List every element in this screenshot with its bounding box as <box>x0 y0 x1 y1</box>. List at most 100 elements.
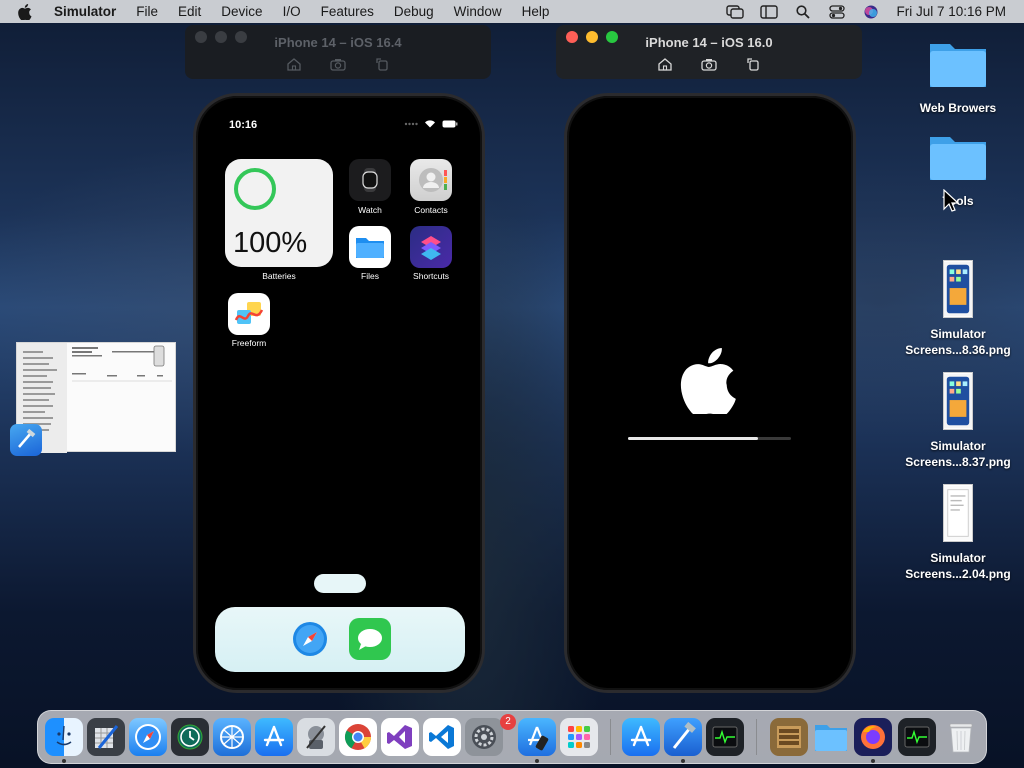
menu-io[interactable]: I/O <box>273 0 311 23</box>
boot-progress-fill <box>628 437 759 440</box>
apple-menu-icon[interactable] <box>0 3 44 20</box>
shortcuts-icon <box>421 236 441 260</box>
app-messages[interactable] <box>349 618 391 660</box>
image-file-icon <box>943 260 973 318</box>
home-icon[interactable] <box>285 55 303 73</box>
iphone-simulator-screen-1[interactable]: 10:16 100% Batteries Watch Contacts File… <box>193 93 485 693</box>
dock-safari-icon[interactable] <box>129 718 167 756</box>
search-icon[interactable] <box>786 0 820 23</box>
folder-icon <box>930 44 986 87</box>
menu-app-name[interactable]: Simulator <box>44 0 126 23</box>
dock-vscode-icon[interactable] <box>423 718 461 756</box>
apple-logo-icon <box>680 348 736 414</box>
app-label: Files <box>361 271 379 281</box>
dock-firefox-icon[interactable] <box>854 718 892 756</box>
watch-icon <box>362 168 378 192</box>
menu-file[interactable]: File <box>126 0 168 23</box>
screenshot-icon[interactable] <box>329 55 347 73</box>
menu-device[interactable]: Device <box>211 0 272 23</box>
safari-icon <box>293 622 327 656</box>
desktop-file-screenshot-3[interactable]: Simulator Screens...2.04.png <box>898 484 1018 582</box>
phone-dock <box>215 607 465 672</box>
app-label: Watch <box>358 205 382 215</box>
wifi-icon <box>425 120 435 128</box>
screen-mirroring-icon[interactable] <box>718 0 752 23</box>
widget-label: Batteries <box>262 271 296 281</box>
dock-separator <box>610 719 611 755</box>
control-center-icon[interactable] <box>820 0 854 23</box>
messages-icon <box>358 629 382 650</box>
app-watch[interactable] <box>349 159 391 201</box>
sidebar-icon[interactable] <box>752 0 786 23</box>
iphone-simulator-screen-2[interactable] <box>564 93 856 693</box>
folder-icon <box>930 137 986 180</box>
app-label: Shortcuts <box>413 271 449 281</box>
battery-percent: 100% <box>233 227 308 259</box>
batteries-widget[interactable]: 100% <box>225 159 333 267</box>
menu-bar: Simulator File Edit Device I/O Features … <box>0 0 1024 23</box>
battery-ring-icon <box>234 168 276 210</box>
mouse-cursor-icon <box>943 189 959 212</box>
dock-archive-icon[interactable] <box>770 718 808 756</box>
status-bar-icons <box>404 119 458 128</box>
dock-network-icon[interactable] <box>213 718 251 756</box>
desktop-folder-web-browers[interactable]: Web Browers <box>898 40 1018 116</box>
desktop-file-screenshot-2[interactable]: Simulator Screens...8.37.png <box>898 372 1018 470</box>
app-safari[interactable] <box>289 618 331 660</box>
dock-time-machine-icon[interactable] <box>171 718 209 756</box>
rotate-icon[interactable] <box>373 55 391 73</box>
dock-system-preferences-icon[interactable] <box>465 718 503 756</box>
folder-icon <box>356 238 384 258</box>
dock-launchpad-icon[interactable] <box>560 718 598 756</box>
app-files[interactable] <box>349 226 391 268</box>
page-indicator[interactable] <box>314 574 366 593</box>
boot-progress-bar <box>628 437 791 440</box>
app-contacts[interactable] <box>410 159 452 201</box>
menu-features[interactable]: Features <box>311 0 384 23</box>
menu-clock[interactable]: Fri Jul 7 10:16 PM <box>888 4 1024 19</box>
simulator-window-titlebar-2[interactable]: iPhone 14 – iOS 16.0 <box>556 25 862 79</box>
simulator-window-title: iPhone 14 – iOS 16.0 <box>645 35 773 50</box>
app-freeform[interactable] <box>228 293 270 335</box>
battery-icon <box>442 120 458 127</box>
dock-separator <box>756 719 757 755</box>
app-label: Contacts <box>414 205 448 215</box>
dock-folder-icon[interactable] <box>812 718 850 756</box>
dock: 2 <box>37 710 987 764</box>
app-label: Freeform <box>231 338 267 348</box>
menu-debug[interactable]: Debug <box>384 0 444 23</box>
xcode-icon[interactable] <box>10 424 42 456</box>
dock-chrome-icon[interactable] <box>339 718 377 756</box>
screenshot-icon[interactable] <box>700 55 718 73</box>
dock-activity-monitor-icon[interactable] <box>706 718 744 756</box>
dock-simulator-icon[interactable] <box>518 718 556 756</box>
image-file-icon <box>943 372 973 430</box>
app-shortcuts[interactable] <box>410 226 452 268</box>
dock-trash-icon[interactable] <box>942 718 980 756</box>
dock-finder-icon[interactable] <box>45 718 83 756</box>
dock-automator-icon[interactable] <box>297 718 335 756</box>
siri-icon[interactable] <box>854 0 888 23</box>
desktop-item-label: Simulator Screens...8.37.png <box>905 439 1011 469</box>
menu-help[interactable]: Help <box>512 0 560 23</box>
cellular-icon <box>404 122 418 125</box>
dock-instruments-icon[interactable] <box>87 718 125 756</box>
home-icon[interactable] <box>656 55 674 73</box>
dock-app-store-icon[interactable] <box>255 718 293 756</box>
desktop-item-label: Web Browers <box>919 101 997 115</box>
simulator-window-title: iPhone 14 – iOS 16.4 <box>274 35 402 50</box>
contacts-icon <box>419 168 447 192</box>
running-indicator <box>535 759 539 763</box>
desktop-file-screenshot-1[interactable]: Simulator Screens...8.36.png <box>898 260 1018 358</box>
dock-xcode-icon[interactable] <box>664 718 702 756</box>
menu-window[interactable]: Window <box>444 0 512 23</box>
simulator-window-titlebar-1[interactable]: iPhone 14 – iOS 16.4 <box>185 25 491 79</box>
desktop-item-label: Simulator Screens...8.36.png <box>905 327 1011 357</box>
image-file-icon <box>943 484 973 542</box>
dock-app-store-icon[interactable] <box>622 718 660 756</box>
notification-badge: 2 <box>500 714 516 730</box>
dock-activity-monitor-icon[interactable] <box>898 718 936 756</box>
menu-edit[interactable]: Edit <box>168 0 211 23</box>
rotate-icon[interactable] <box>744 55 762 73</box>
dock-visual-studio-icon[interactable] <box>381 718 419 756</box>
